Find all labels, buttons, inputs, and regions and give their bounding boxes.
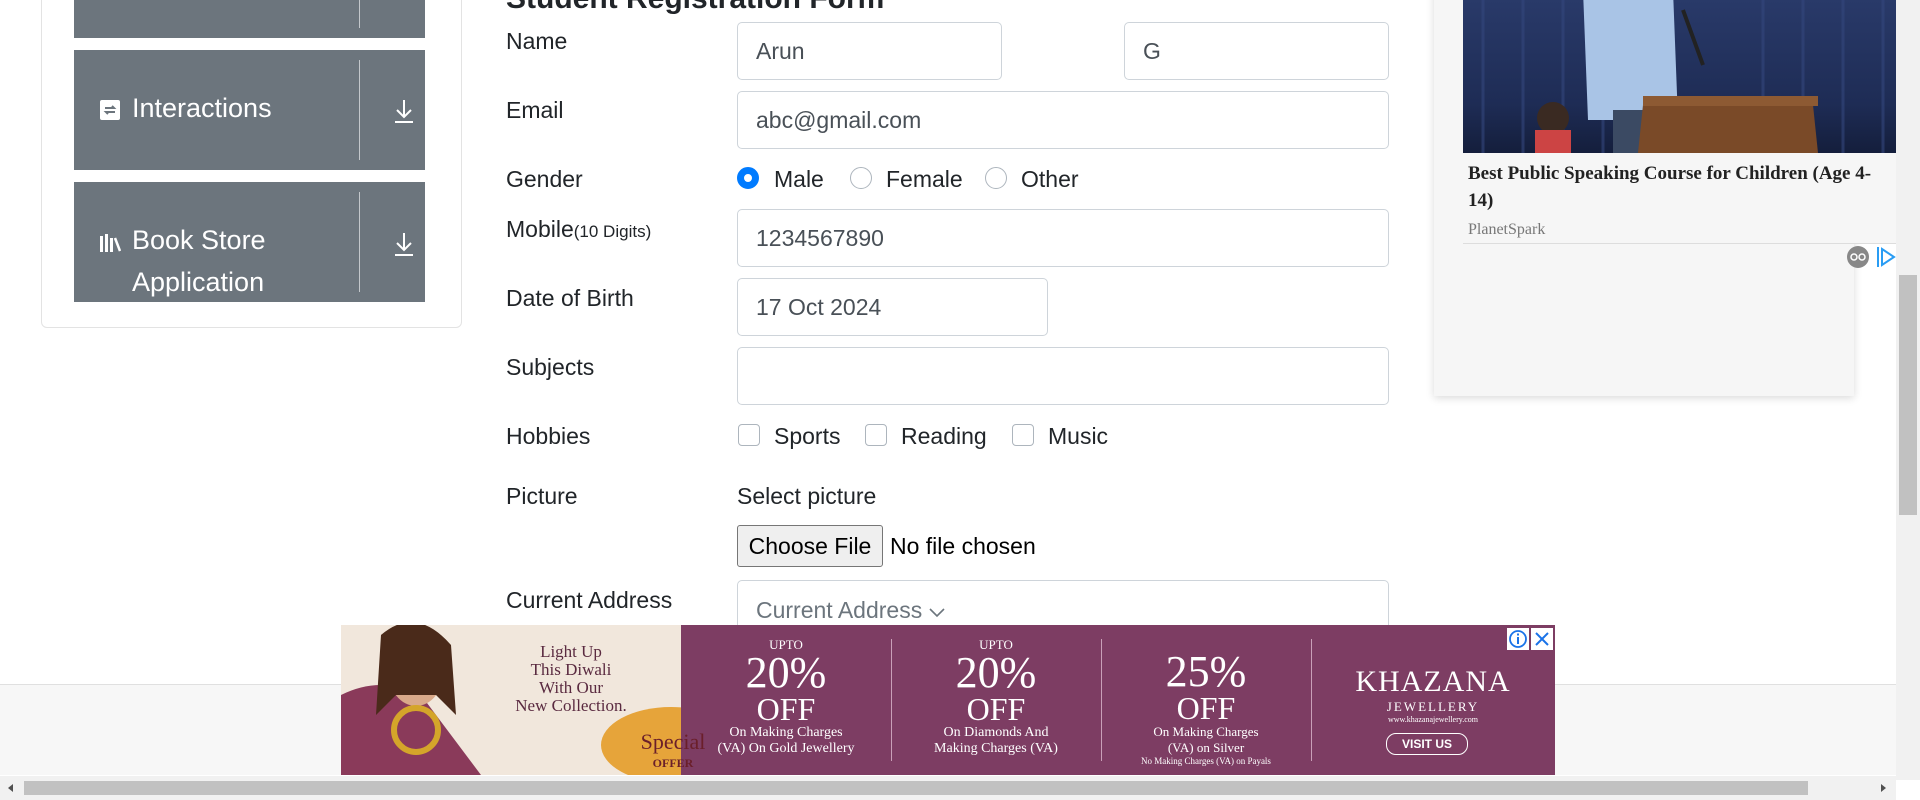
- banner-offer-silver: 25% OFF On Making Charges (VA) on Silver…: [1141, 647, 1271, 767]
- gender-label: Gender: [506, 166, 583, 192]
- gender-other-label[interactable]: Other: [1021, 166, 1079, 193]
- banner-brand: KHAZANA JEWELLERY www.khazanajewellery.c…: [1355, 665, 1511, 724]
- download-icon[interactable]: [392, 231, 416, 257]
- ad-headline[interactable]: Best Public Speaking Course for Children…: [1468, 160, 1896, 214]
- scroll-right-arrow-icon[interactable]: [1878, 783, 1888, 793]
- books-icon: [100, 234, 121, 252]
- visit-us-button[interactable]: VISIT US: [1386, 733, 1468, 755]
- hobby-sports-label[interactable]: Sports: [774, 423, 840, 450]
- first-name-input[interactable]: Arun: [737, 22, 1002, 80]
- hobby-music-label[interactable]: Music: [1048, 423, 1108, 450]
- download-icon[interactable]: [392, 98, 416, 124]
- gender-female-label[interactable]: Female: [886, 166, 963, 193]
- last-name-input[interactable]: G: [1124, 22, 1389, 80]
- ad-close-icon[interactable]: [1531, 628, 1553, 650]
- horizontal-scrollbar[interactable]: [0, 776, 1896, 800]
- chevron-down-icon: [929, 608, 945, 618]
- ad-advertiser[interactable]: PlanetSpark: [1468, 221, 1545, 239]
- mobile-label: Mobile(10 Digits): [506, 216, 651, 243]
- horizontal-scroll-thumb[interactable]: [24, 781, 1808, 795]
- adchoices-triangle-icon[interactable]: [1876, 245, 1896, 269]
- vertical-scroll-thumb[interactable]: [1899, 275, 1917, 515]
- hobby-reading-label[interactable]: Reading: [901, 423, 987, 450]
- banner-offer-gold: UPTO 20% OFF On Making Charges (VA) On G…: [717, 637, 855, 756]
- mobile-label-text: Mobile: [506, 216, 574, 242]
- address-label: Current Address: [506, 587, 673, 613]
- file-status: No file chosen: [890, 533, 1036, 559]
- sidebar-item-forms[interactable]: [74, 0, 425, 38]
- sidebar-divider: [359, 192, 360, 292]
- subjects-label: Subjects: [506, 354, 595, 380]
- banner-tagline-2: This Diwali: [530, 660, 612, 679]
- ad-choices-icon[interactable]: [1846, 245, 1870, 269]
- hobby-music-checkbox[interactable]: [1012, 424, 1034, 446]
- sidebar-item-interactions[interactable]: Interactions: [74, 50, 425, 170]
- gender-male-label[interactable]: Male: [774, 166, 824, 193]
- mobile-input[interactable]: 1234567890: [737, 209, 1389, 267]
- choose-file-button[interactable]: Choose File: [737, 525, 883, 567]
- sidebar-item-label-line2: Application: [132, 267, 265, 297]
- gender-other-radio[interactable]: [985, 167, 1007, 189]
- banner-offer-diamond: UPTO 20% OFF On Diamonds And Making Char…: [934, 637, 1058, 756]
- interactions-icon: [100, 100, 120, 120]
- select-picture-label: Select picture: [737, 483, 877, 509]
- picture-label: Picture: [506, 483, 578, 509]
- address-placeholder: Current Address: [756, 597, 923, 623]
- ad-info-icon[interactable]: [1507, 628, 1529, 650]
- form-title: Student Registration Form: [506, 0, 884, 16]
- sidebar-divider: [359, 60, 360, 160]
- name-label: Name: [506, 28, 568, 54]
- gender-female-radio[interactable]: [850, 167, 872, 189]
- hobbies-label: Hobbies: [506, 423, 591, 449]
- hobby-reading-checkbox[interactable]: [865, 424, 887, 446]
- sidebar-item-label: Interactions: [132, 93, 272, 123]
- email-label: Email: [506, 97, 564, 123]
- sidebar-item-book-store[interactable]: Book Store Application: [74, 182, 425, 302]
- ad-image[interactable]: [1463, 0, 1896, 153]
- scroll-left-arrow-icon[interactable]: [6, 783, 16, 793]
- banner-tagline-4: New Collection.: [515, 696, 627, 715]
- hobby-sports-checkbox[interactable]: [738, 424, 760, 446]
- dob-input[interactable]: 17 Oct 2024: [737, 278, 1048, 336]
- sidebar-divider: [359, 0, 360, 28]
- speaker-photo: [1481, 0, 1885, 153]
- banner-tagline-1: Light Up: [540, 642, 602, 661]
- vertical-scrollbar[interactable]: [1896, 0, 1920, 780]
- sidebar-item-label-line1: Book Store: [132, 225, 266, 255]
- mobile-hint: (10 Digits): [573, 222, 652, 241]
- dob-label: Date of Birth: [506, 285, 634, 311]
- email-input[interactable]: abc@gmail.com: [737, 91, 1389, 149]
- khazana-banner-ad[interactable]: Light Up This Diwali With Our New Collec…: [341, 625, 1555, 775]
- banner-tagline-3: With Our: [539, 678, 603, 697]
- subjects-input[interactable]: [737, 347, 1389, 405]
- gender-male-radio[interactable]: [737, 167, 759, 189]
